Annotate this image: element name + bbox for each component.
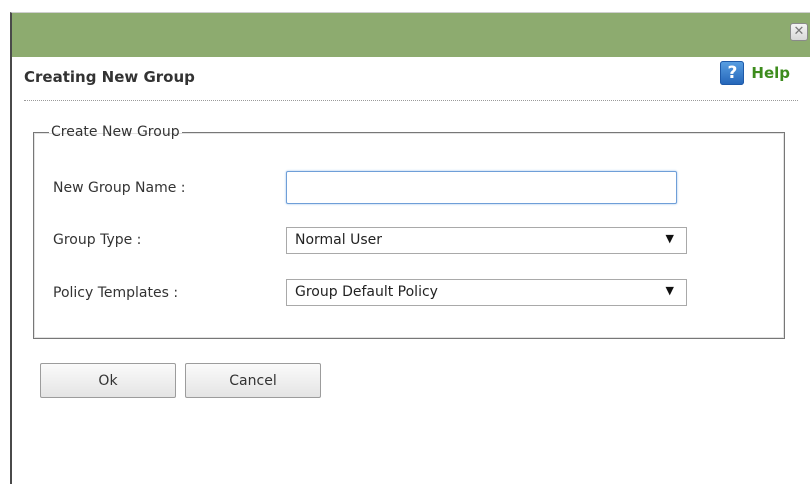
help-question-icon[interactable]: ? — [720, 61, 745, 85]
heading-divider — [24, 100, 798, 101]
new-group-name-input[interactable] — [286, 171, 677, 204]
chevron-down-icon[interactable]: ▼ — [666, 232, 674, 245]
dialog-titlebar[interactable]: ✕ — [12, 13, 810, 57]
group-type-value: Normal User — [295, 232, 383, 248]
help-link[interactable]: ? Help — [720, 61, 790, 85]
chevron-down-icon[interactable]: ▼ — [666, 284, 674, 297]
ok-button[interactable]: Ok — [40, 363, 176, 398]
help-label[interactable]: Help — [751, 64, 790, 82]
policy-templates-label: Policy Templates : — [53, 285, 179, 301]
dialog-heading: Creating New Group — [24, 68, 195, 86]
policy-templates-select[interactable]: Group Default Policy ▼ — [286, 279, 687, 306]
group-type-select[interactable]: Normal User ▼ — [286, 227, 687, 254]
new-group-name-label: New Group Name : — [53, 180, 186, 196]
group-type-label: Group Type : — [53, 232, 142, 248]
policy-templates-value: Group Default Policy — [295, 284, 438, 300]
close-icon[interactable]: ✕ — [790, 23, 808, 41]
cancel-button[interactable]: Cancel — [185, 363, 321, 398]
fieldset-legend: Create New Group — [51, 124, 180, 140]
